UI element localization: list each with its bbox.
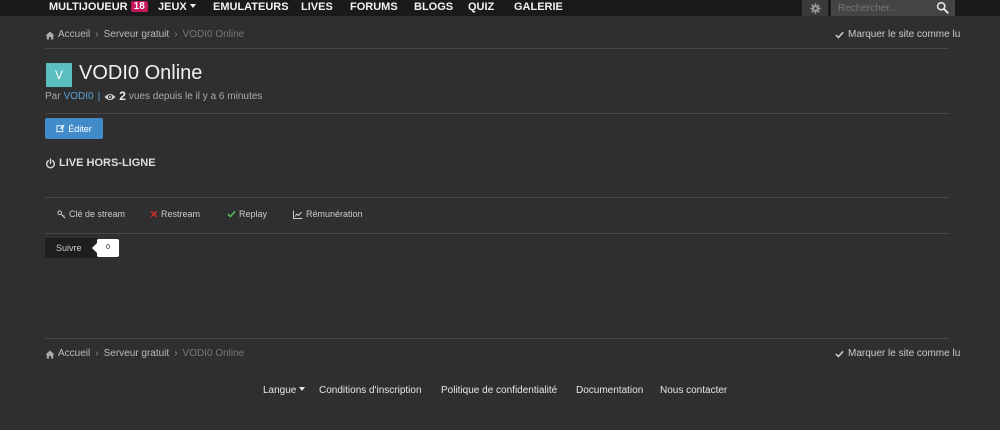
live-status: LIVE HORS-LIGNE — [45, 157, 156, 169]
language-label: Langue — [263, 385, 297, 396]
eye-icon — [104, 93, 116, 100]
nav-emulateurs[interactable]: EMULATEURS — [213, 0, 289, 16]
breadcrumb-current: VODI0 Online — [182, 348, 245, 359]
tab-remuneration[interactable]: Rémunération — [293, 207, 363, 221]
breadcrumb-serveur-gratuit[interactable]: Serveur gratuit — [104, 347, 170, 361]
edit-button[interactable]: Éditer — [45, 118, 103, 139]
chevron-right-icon: › — [174, 29, 178, 40]
mark-read-label: Marquer le site comme lu — [848, 348, 961, 359]
live-status-label: LIVE HORS-LIGNE — [59, 157, 156, 169]
home-icon — [45, 350, 55, 358]
divider — [45, 338, 949, 339]
footer-link-privacy[interactable]: Politique de confidentialité — [441, 384, 557, 398]
follow-button[interactable]: Suivre — [45, 238, 97, 258]
tab-label: Rémunération — [306, 209, 363, 219]
nav-label: JEUX — [158, 1, 187, 13]
x-icon — [150, 210, 158, 218]
footer-link-documentation[interactable]: Documentation — [576, 384, 643, 398]
follow-widget: Suivre 0 — [45, 238, 119, 258]
author-link[interactable]: VODI0 — [64, 90, 94, 103]
gear-icon — [809, 2, 821, 14]
breadcrumb-home[interactable]: Accueil — [58, 347, 90, 361]
search-box — [831, 0, 955, 16]
tab-restream[interactable]: Restream — [150, 207, 200, 221]
breadcrumb-current: VODI0 Online — [182, 29, 245, 40]
chevron-right-icon: › — [174, 348, 178, 359]
meta-separator: | — [97, 91, 101, 102]
views-count: 2 — [119, 89, 126, 103]
footer-link-contact[interactable]: Nous contacter — [660, 384, 727, 398]
tab-replay[interactable]: Replay — [227, 207, 267, 221]
footer-link-terms[interactable]: Conditions d'inscription — [319, 384, 422, 398]
divider — [45, 113, 949, 114]
breadcrumb: Accueil › Serveur gratuit › VODI0 Online — [45, 28, 244, 42]
tab-label: Clé de stream — [69, 209, 126, 219]
settings-button[interactable] — [802, 0, 828, 16]
tab-stream-key[interactable]: Clé de stream — [57, 207, 125, 221]
chevron-right-icon: › — [95, 348, 99, 359]
tab-label: Replay — [239, 209, 268, 219]
check-icon — [835, 350, 844, 358]
page-meta: Par VODI0 | 2 vues depuis le il y a 6 mi… — [45, 90, 262, 103]
divider — [45, 48, 949, 49]
breadcrumb-bottom: Accueil › Serveur gratuit › VODI0 Online — [45, 347, 244, 361]
nav-multijoueur[interactable]: MULTIJOUEUR 18 — [49, 0, 148, 16]
mark-read-label: Marquer le site comme lu — [848, 29, 961, 40]
nav-forums[interactable]: FORUMS — [350, 0, 398, 16]
count-badge: 18 — [130, 1, 148, 12]
page-title: VODI0 Online — [79, 62, 203, 84]
caret-down-icon — [299, 387, 306, 391]
tab-label: Restream — [161, 209, 201, 219]
nav-lives[interactable]: LIVES — [301, 0, 333, 16]
top-navbar: MULTIJOUEUR 18 JEUX EMULATEURS LIVES FORU… — [0, 0, 1000, 16]
views-text: vues depuis le il y a 6 minutes — [128, 91, 263, 102]
search-icon[interactable] — [936, 1, 949, 14]
mark-site-read-link[interactable]: Marquer le site comme lu — [835, 347, 960, 361]
home-icon — [45, 31, 55, 39]
edit-label: Éditer — [68, 123, 92, 134]
nav-galerie[interactable]: GALERIE — [514, 0, 563, 16]
nav-blogs[interactable]: BLOGS — [414, 0, 453, 16]
avatar: V — [46, 63, 72, 87]
chevron-right-icon: › — [95, 29, 99, 40]
check-icon — [835, 31, 844, 39]
caret-down-icon — [189, 4, 196, 8]
footer-links: Langue Conditions d'inscription Politiqu… — [0, 384, 1000, 398]
mark-site-read-link[interactable]: Marquer le site comme lu — [835, 28, 960, 42]
breadcrumb-serveur-gratuit[interactable]: Serveur gratuit — [104, 28, 170, 42]
by-label: Par — [45, 91, 61, 102]
breadcrumb-home[interactable]: Accueil — [58, 28, 90, 42]
check-icon — [227, 210, 236, 218]
stream-tabs: Clé de stream Restream Replay Rémunérati… — [45, 197, 949, 234]
line-chart-icon — [293, 210, 303, 219]
search-input[interactable] — [831, 0, 931, 16]
nav-jeux[interactable]: JEUX — [158, 0, 196, 16]
nav-quiz[interactable]: QUIZ — [468, 0, 494, 16]
language-dropdown[interactable]: Langue — [263, 384, 306, 398]
key-icon — [57, 209, 66, 218]
edit-icon — [56, 124, 65, 133]
nav-label: MULTIJOUEUR — [49, 1, 128, 13]
power-icon — [45, 157, 56, 168]
follower-count: 0 — [92, 239, 119, 257]
